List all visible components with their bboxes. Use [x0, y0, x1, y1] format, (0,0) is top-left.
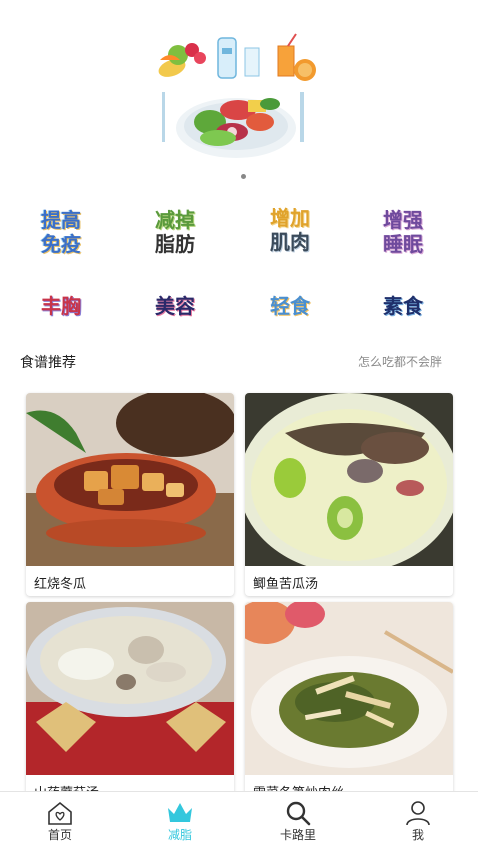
recipe-image [245, 602, 453, 775]
crown-icon [168, 803, 192, 822]
category-label-line1: 素食 [383, 294, 423, 318]
recipe-name: 鲫鱼苦瓜汤 [253, 577, 319, 592]
recipe-name: 红烧冬瓜 [34, 577, 87, 592]
category-beauty[interactable]: 美容 [130, 294, 220, 318]
category-light-meal[interactable]: 轻食 [245, 294, 335, 318]
home-icon [48, 801, 72, 825]
bottom-tab-bar: 首页 减脂 卡路里 我 [0, 791, 478, 850]
category-label-line1: 增强 [383, 208, 423, 232]
category-label-line1: 轻食 [270, 294, 310, 318]
healthy-food-illustration [158, 33, 316, 158]
category-gain-muscle[interactable]: 增加 肌肉 [245, 206, 335, 254]
category-label-line2: 脂肪 [155, 232, 195, 256]
category-label-line2: 肌肉 [270, 230, 310, 254]
category-label-line1: 提高 [41, 208, 81, 232]
category-label-line1: 增加 [270, 206, 310, 230]
user-icon [406, 801, 430, 826]
section-subtitle: 怎么吃都不会胖 [357, 355, 442, 369]
category-vegetarian[interactable]: 素食 [358, 294, 448, 318]
recipe-image [245, 393, 453, 566]
category-label-line1: 减掉 [155, 208, 195, 232]
section-title: 食谱推荐 [20, 355, 76, 371]
search-icon [286, 801, 311, 826]
carousel-indicator-dot[interactable] [241, 174, 246, 179]
tab-label: 卡路里 [279, 828, 316, 842]
category-label-line1: 丰胸 [41, 294, 81, 318]
category-label-line2: 免疫 [41, 232, 81, 256]
category-improve-sleep[interactable]: 增强 睡眠 [358, 208, 448, 256]
category-label-line2: 睡眠 [383, 232, 423, 256]
category-label-line1: 美容 [155, 294, 195, 318]
category-breast-enhance[interactable]: 丰胸 [16, 294, 106, 318]
banner-carousel[interactable] [0, 0, 478, 185]
tab-label: 首页 [47, 828, 72, 842]
recipe-card[interactable]: 雪菜冬笋炒肉丝 [245, 602, 453, 797]
recipe-section-header: 食谱推荐 怎么吃都不会胖 [20, 350, 442, 374]
recipe-image [26, 602, 234, 775]
tab-label: 减脂 [167, 828, 192, 842]
recipe-image [26, 393, 234, 566]
tab-home[interactable]: 首页 [20, 792, 100, 850]
category-boost-immunity[interactable]: 提高 免疫 [16, 208, 106, 256]
tab-calorie[interactable]: 卡路里 [258, 792, 338, 850]
tab-lose-fat[interactable]: 减脂 [140, 792, 220, 850]
recipe-card[interactable]: 山药蘑菇汤 [26, 602, 234, 797]
recipe-card[interactable]: 红烧冬瓜 [26, 393, 234, 596]
category-grid: 提高 免疫 减掉 脂肪 增加 肌肉 增强 睡眠 丰胸 美容 轻食 素食 [0, 200, 478, 340]
category-lose-fat[interactable]: 减掉 脂肪 [130, 208, 220, 256]
recipe-card[interactable]: 鲫鱼苦瓜汤 [245, 393, 453, 596]
tab-me[interactable]: 我 [378, 792, 458, 850]
tab-label: 我 [411, 828, 424, 842]
